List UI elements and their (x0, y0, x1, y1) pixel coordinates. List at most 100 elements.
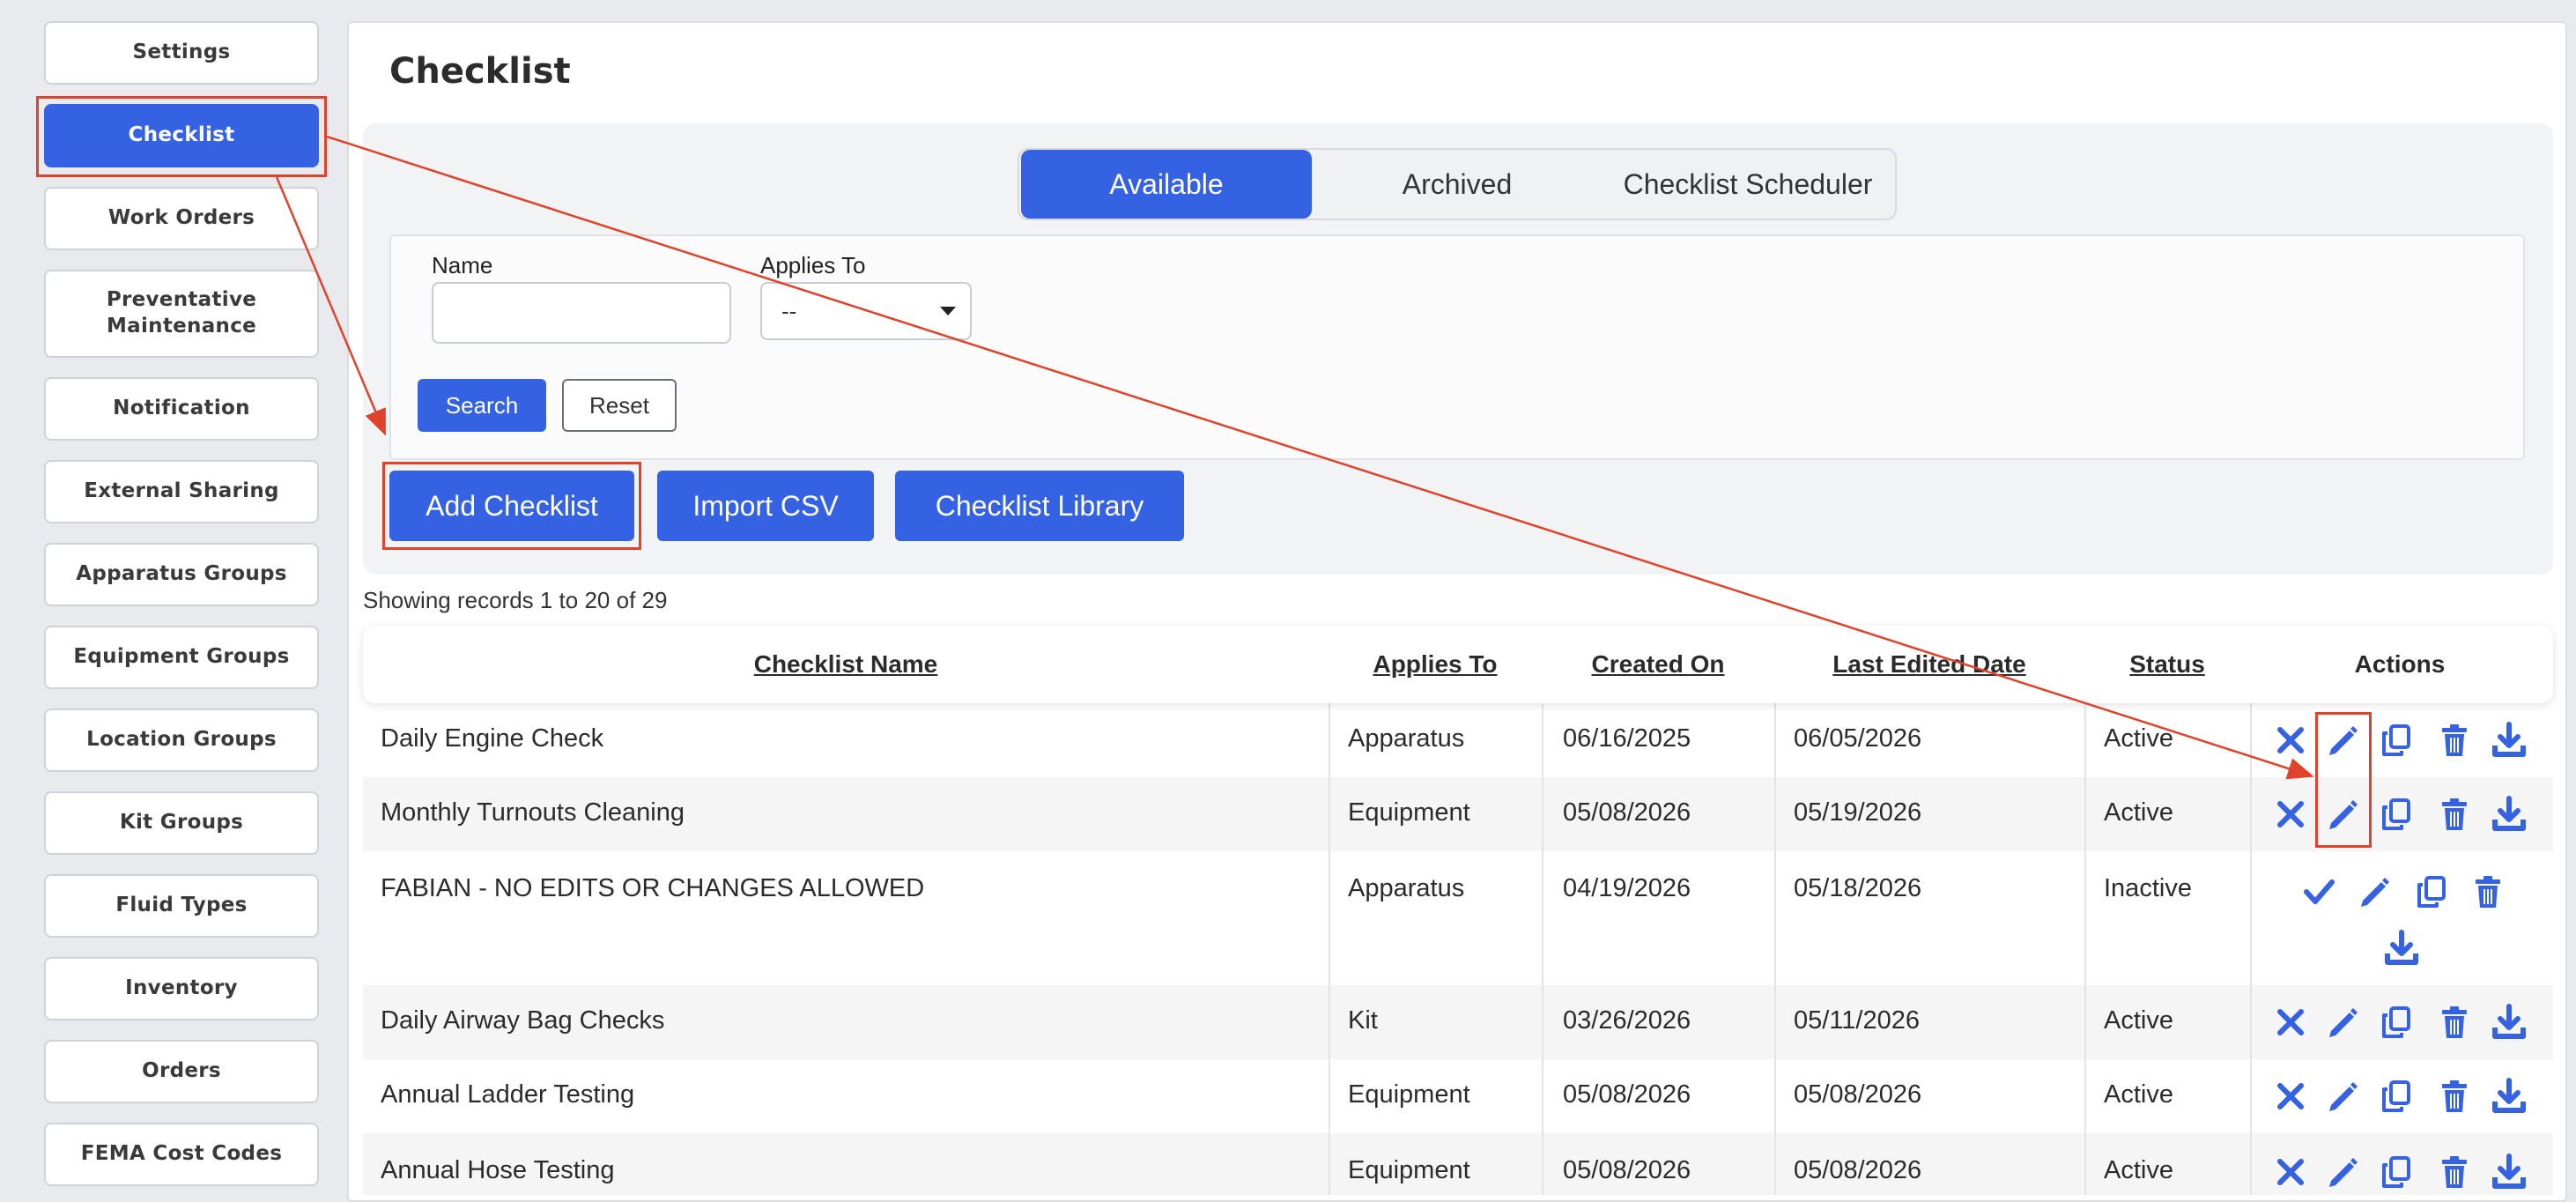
cell-applies-to: Equipment (1348, 1080, 1470, 1109)
download-icon[interactable] (2491, 795, 2527, 834)
sidebar-item-location-groups[interactable]: Location Groups (44, 709, 319, 772)
header-actions: Actions (2354, 650, 2446, 678)
copy-icon[interactable] (2379, 795, 2414, 834)
cell-name: Daily Engine Check (381, 724, 604, 753)
cell-status: Active (2104, 798, 2173, 827)
sidebar-item-inventory[interactable]: Inventory (44, 957, 319, 1020)
cell-applies-to: Equipment (1348, 1156, 1470, 1184)
tab-archived[interactable]: Archived (1312, 150, 1603, 219)
column-divider (2084, 626, 2086, 1195)
pencil-icon[interactable] (2324, 1153, 2359, 1191)
download-icon[interactable] (2384, 929, 2419, 968)
cell-name: Daily Airway Bag Checks (381, 1006, 665, 1035)
download-icon[interactable] (2491, 1003, 2527, 1042)
sidebar-item-orders[interactable]: Orders (44, 1040, 319, 1103)
trash-icon[interactable] (2470, 872, 2506, 911)
trash-icon[interactable] (2437, 1077, 2472, 1116)
name-label: Name (432, 252, 493, 278)
cell-created-on: 04/19/2026 (1563, 874, 1691, 902)
name-input[interactable] (432, 282, 731, 344)
sidebar-item-preventative-maintenance[interactable]: Preventative Maintenance (44, 270, 319, 358)
tab-available[interactable]: Available (1021, 150, 1312, 219)
highlight-checklist-nav (36, 96, 327, 177)
download-icon[interactable] (2491, 721, 2527, 760)
sidebar-item-fluid-types[interactable]: Fluid Types (44, 874, 319, 938)
x-icon[interactable] (2273, 1077, 2308, 1116)
copy-icon[interactable] (2379, 1153, 2414, 1191)
header-last-edited-date[interactable]: Last Edited Date (1774, 626, 2084, 703)
cell-last-edited: 05/11/2026 (1794, 1006, 1920, 1035)
sidebar-item-apparatus-groups[interactable]: Apparatus Groups (44, 543, 319, 606)
download-icon[interactable] (2491, 1153, 2527, 1191)
tab-checklist-scheduler[interactable]: Checklist Scheduler (1603, 150, 1893, 219)
search-button[interactable]: Search (418, 379, 546, 432)
cell-last-edited: 05/18/2026 (1794, 874, 1922, 902)
sidebar-item-settings[interactable]: Settings (44, 21, 319, 85)
check-icon[interactable] (2301, 872, 2336, 911)
sidebar-item-external-sharing[interactable]: External Sharing (44, 460, 319, 523)
copy-icon[interactable] (2379, 1003, 2414, 1042)
cell-applies-to: Equipment (1348, 798, 1470, 827)
cell-last-edited: 06/05/2026 (1794, 724, 1922, 753)
x-icon[interactable] (2273, 1003, 2308, 1042)
applies-to-label: Applies To (760, 252, 866, 278)
copy-icon[interactable] (2379, 721, 2414, 760)
x-icon[interactable] (2273, 795, 2308, 834)
copy-icon[interactable] (2414, 872, 2449, 911)
sidebar-item-work-orders[interactable]: Work Orders (44, 187, 319, 250)
trash-icon[interactable] (2437, 1153, 2472, 1191)
cell-name: Annual Ladder Testing (381, 1080, 635, 1109)
pencil-icon[interactable] (2324, 1077, 2359, 1116)
copy-icon[interactable] (2379, 1077, 2414, 1116)
sidebar: Settings Checklist Work Orders Preventat… (0, 0, 349, 1195)
cell-name: Monthly Turnouts Cleaning (381, 798, 685, 827)
cell-applies-to: Apparatus (1348, 724, 1465, 753)
cell-applies-to: Kit (1348, 1006, 1378, 1035)
sidebar-item-fema-cost-codes[interactable]: FEMA Cost Codes (44, 1123, 319, 1186)
chevron-down-icon (940, 307, 956, 315)
pencil-icon[interactable] (2356, 872, 2391, 911)
applies-to-value: -- (781, 297, 797, 324)
search-filter-box (389, 234, 2525, 460)
cell-status: Active (2104, 724, 2173, 753)
header-applies-to[interactable]: Applies To (1329, 626, 1542, 703)
trash-icon[interactable] (2437, 795, 2472, 834)
table-row (363, 985, 2553, 1059)
checklist-library-button[interactable]: Checklist Library (895, 471, 1184, 541)
header-checklist-name[interactable]: Checklist Name (363, 626, 1329, 703)
cell-created-on: 06/16/2025 (1563, 724, 1691, 753)
cell-status: Active (2104, 1006, 2173, 1035)
trash-icon[interactable] (2437, 721, 2472, 760)
sidebar-item-kit-groups[interactable]: Kit Groups (44, 791, 319, 855)
sidebar-item-notification[interactable]: Notification (44, 377, 319, 441)
cell-last-edited: 05/08/2026 (1794, 1156, 1922, 1184)
header-created-on[interactable]: Created On (1542, 626, 1774, 703)
column-divider (1542, 626, 1543, 1195)
cell-status: Active (2104, 1156, 2173, 1184)
highlight-edit-icons (2315, 712, 2372, 848)
sidebar-item-equipment-groups[interactable]: Equipment Groups (44, 626, 319, 689)
import-csv-button[interactable]: Import CSV (657, 471, 874, 541)
trash-icon[interactable] (2437, 1003, 2472, 1042)
records-count: Showing records 1 to 20 of 29 (363, 587, 668, 613)
page-title: Checklist (389, 51, 571, 92)
cell-last-edited: 05/08/2026 (1794, 1080, 1922, 1109)
cell-created-on: 05/08/2026 (1563, 1156, 1691, 1184)
column-divider (2250, 626, 2252, 1195)
cell-status: Active (2104, 1080, 2173, 1109)
cell-created-on: 05/08/2026 (1563, 798, 1691, 827)
applies-to-select[interactable]: -- (760, 282, 972, 340)
cell-name: FABIAN - NO EDITS OR CHANGES ALLOWED (381, 874, 925, 902)
cell-created-on: 05/08/2026 (1563, 1080, 1691, 1109)
reset-button[interactable]: Reset (562, 379, 677, 432)
table-row (363, 851, 2553, 985)
x-icon[interactable] (2273, 1153, 2308, 1191)
header-status[interactable]: Status (2084, 626, 2250, 703)
x-icon[interactable] (2273, 721, 2308, 760)
table-header: Checklist Name Applies To Created On Las… (363, 626, 2553, 703)
cell-last-edited: 05/19/2026 (1794, 798, 1922, 827)
highlight-add-checklist (382, 462, 641, 550)
download-icon[interactable] (2491, 1077, 2527, 1116)
pencil-icon[interactable] (2324, 1003, 2359, 1042)
column-divider (1774, 626, 1776, 1195)
